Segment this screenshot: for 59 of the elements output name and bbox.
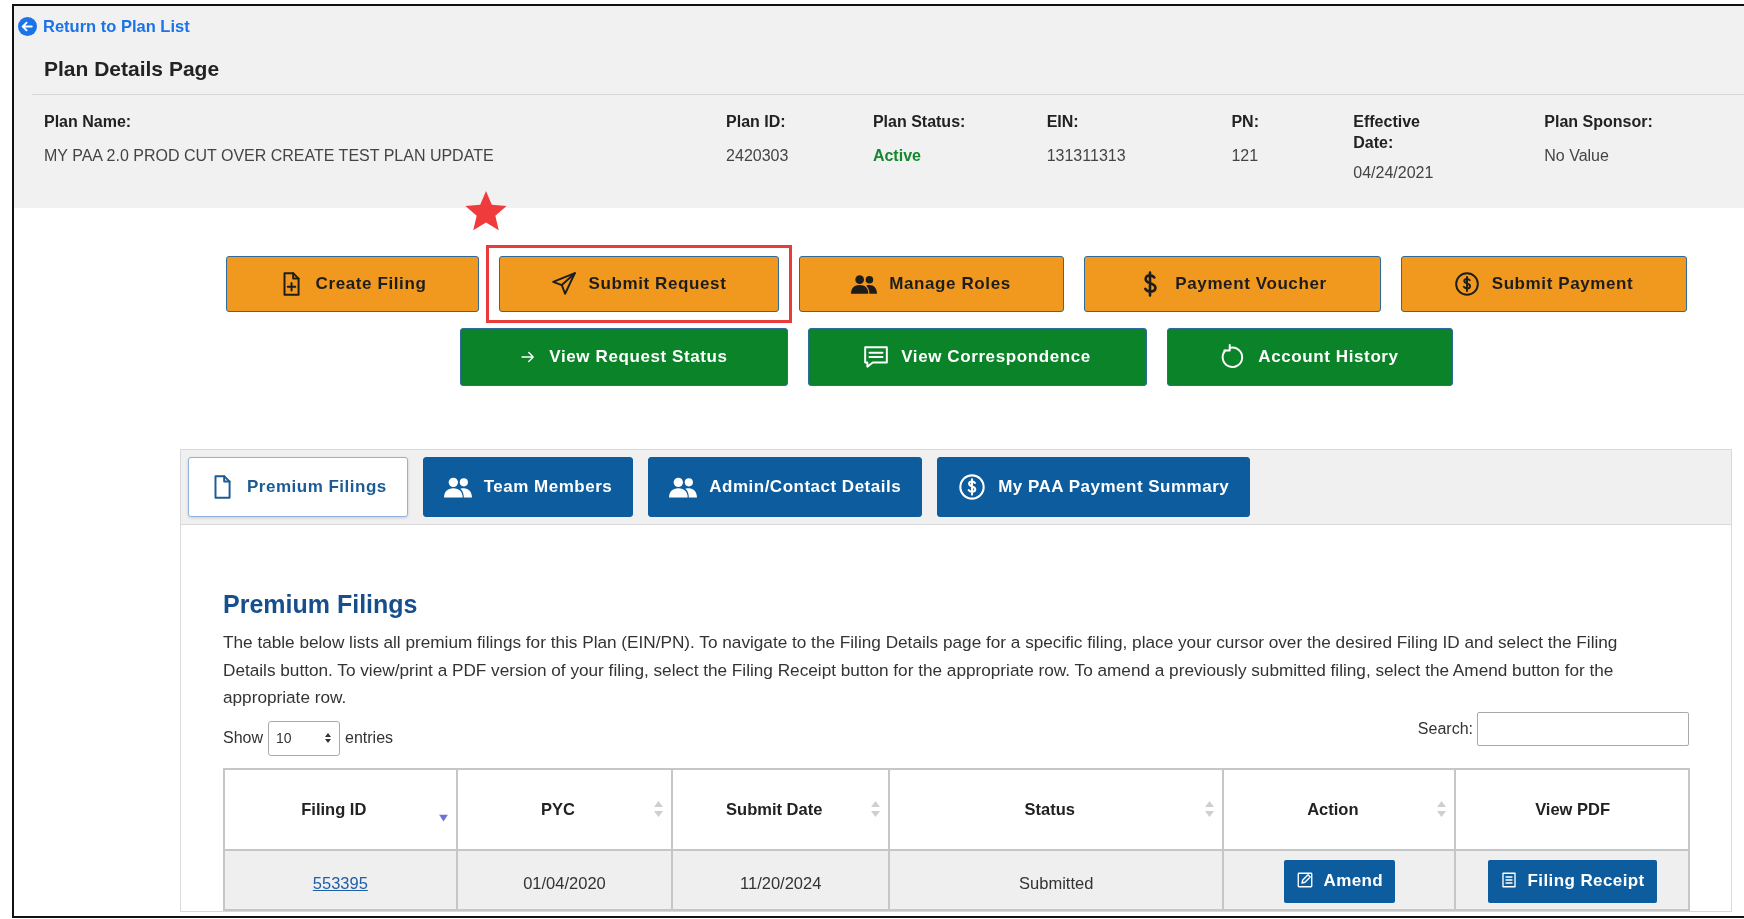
- tab[interactable]: Team Members: [422, 457, 634, 517]
- field-value: 04/24/2021: [1353, 163, 1435, 184]
- tab[interactable]: Admin/Contact Details: [648, 457, 923, 517]
- description-text: The table below lists all premium filings for this Plan (EIN/PN). To navigate to the Filing Details page for a specific filing, place your cursor over the desired Filing ID and select the Filing Details button. To view/print a PDF version of your filing, select the Filing Receipt button for the appropriate row. To amend a previously submitted filing, select the Amend button for the appropriate row.: [223, 631, 1619, 709]
- action-button[interactable]: Create Filing: [225, 256, 479, 312]
- tab[interactable]: My PAA Payment Summary: [937, 457, 1251, 517]
- receipt-icon: [1499, 871, 1518, 890]
- action-button[interactable]: Submit Payment: [1400, 256, 1687, 312]
- column-header[interactable]: PYC: [456, 768, 673, 850]
- column-header[interactable]: Submit Date: [672, 768, 890, 850]
- field-value: 2420303: [726, 146, 790, 167]
- field-label: Plan Status:: [872, 112, 967, 133]
- status-value: Active: [872, 146, 922, 167]
- field-label: PN:: [1231, 112, 1260, 133]
- table-cell: Submitted: [1019, 873, 1094, 892]
- column-header[interactable]: Action: [1223, 768, 1456, 850]
- field-label: Plan ID:: [726, 112, 787, 133]
- chat-icon: [863, 344, 890, 370]
- dollar-circle-icon: [958, 473, 987, 501]
- return-link[interactable]: Return to Plan List: [18, 14, 190, 39]
- column-header[interactable]: Status: [889, 768, 1224, 850]
- field-label: Plan Name:: [44, 112, 133, 133]
- field-label: Plan Sponsor:: [1544, 112, 1654, 133]
- tab[interactable]: Premium Filings: [188, 457, 408, 517]
- section-heading: Premium Filings: [223, 589, 419, 619]
- sort-icon: [654, 801, 664, 817]
- sort-icon: [1437, 801, 1447, 817]
- table-cell: 01/04/2020: [523, 873, 606, 892]
- search-label: Search:: [1417, 718, 1473, 739]
- column-header[interactable]: View PDF: [1455, 768, 1689, 850]
- sort-icon: [871, 801, 881, 817]
- sort-icon: [1205, 801, 1215, 817]
- column-header[interactable]: Filing ID: [224, 768, 457, 850]
- edit-icon: [1295, 871, 1314, 890]
- field-value: 131311313: [1046, 146, 1127, 167]
- action-button[interactable]: View Request Status: [459, 328, 788, 386]
- entries-label: entries: [345, 728, 394, 748]
- table-cell: 11/20/2024: [740, 873, 822, 892]
- action-button[interactable]: Account History: [1166, 328, 1453, 386]
- action-button[interactable]: Manage Roles: [798, 256, 1064, 312]
- field-value: 121: [1231, 146, 1260, 167]
- action-button[interactable]: View Correspondence: [807, 328, 1147, 386]
- amend-button[interactable]: Amend: [1283, 859, 1396, 903]
- field-label: EIN:: [1046, 112, 1080, 133]
- dollar-circle-icon: [1453, 271, 1480, 297]
- action-button[interactable]: Payment Voucher: [1083, 256, 1381, 312]
- search-field[interactable]: [1477, 711, 1689, 746]
- field-value: No Value: [1544, 146, 1610, 167]
- field-value: MY PAA 2.0 PROD CUT OVER CREATE TEST PLAN UPDATE: [44, 146, 495, 167]
- spinner-arrows-icon: [324, 732, 333, 744]
- field-label: Effective Date:: [1353, 112, 1421, 154]
- show-label: Show: [223, 728, 264, 748]
- sort-descending-icon: [438, 814, 448, 822]
- paper-plane-icon: [550, 271, 577, 297]
- action-button[interactable]: Submit Request: [498, 256, 779, 312]
- filing-id-link[interactable]: 553395: [312, 873, 368, 892]
- page-title: Plan Details Page: [44, 55, 221, 82]
- page-size-select[interactable]: 10: [268, 720, 341, 756]
- filing-receipt-button[interactable]: Filing Receipt: [1487, 859, 1657, 903]
